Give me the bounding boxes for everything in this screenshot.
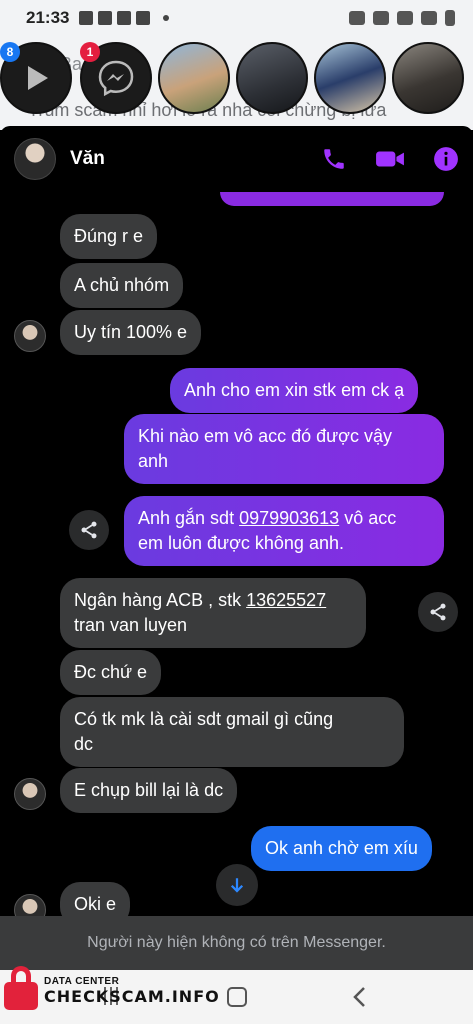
chat-header: Văn bbox=[0, 126, 473, 192]
share-icon bbox=[81, 521, 97, 539]
message-text: Khi nào em vô acc đó được vậy bbox=[138, 426, 392, 446]
message-text: E chụp bill lại là dc bbox=[74, 780, 224, 800]
back-button[interactable] bbox=[352, 986, 368, 1008]
message-text: Anh gắn sdt bbox=[138, 508, 240, 528]
battery-icon bbox=[445, 10, 455, 26]
message-text: A chủ nhóm bbox=[74, 275, 170, 295]
message-text: tran van luyen bbox=[74, 615, 188, 635]
chat-head-play[interactable]: 8 bbox=[0, 42, 72, 114]
chat-head-avatar[interactable] bbox=[236, 42, 308, 114]
contact-avatar-small[interactable] bbox=[14, 894, 46, 917]
unread-badge: 8 bbox=[0, 42, 20, 62]
system-icons bbox=[349, 10, 455, 26]
message-text: vô acc bbox=[339, 508, 397, 528]
notification-icons bbox=[79, 11, 170, 25]
message-text: Oki e bbox=[74, 894, 117, 914]
message-bubble-incoming[interactable]: Oki e bbox=[60, 882, 131, 917]
message-bubble-incoming[interactable]: E chụp bill lại là dc bbox=[60, 768, 238, 813]
contact-avatar[interactable] bbox=[14, 138, 56, 180]
unread-badge: 1 bbox=[80, 42, 100, 62]
info-icon[interactable] bbox=[433, 146, 459, 172]
share-icon bbox=[430, 603, 446, 621]
message-bubble-outgoing[interactable]: Ok anh chờ em xíu bbox=[251, 826, 432, 871]
message-list[interactable]: Đúng r e A chủ nhóm Uy tín 100% e Anh ch… bbox=[0, 192, 473, 917]
message-bubble-incoming[interactable]: Đc chứ e bbox=[60, 650, 162, 695]
share-button[interactable] bbox=[69, 510, 109, 550]
message-bubble-outgoing[interactable] bbox=[220, 192, 444, 206]
scroll-to-bottom-button[interactable] bbox=[216, 864, 258, 906]
watermark-subtitle: DATA CENTER bbox=[44, 976, 120, 987]
chat-head-avatar[interactable] bbox=[314, 42, 386, 114]
message-text: Uy tín 100% e bbox=[74, 322, 188, 342]
message-bubble-incoming[interactable]: Đúng r e bbox=[60, 214, 158, 259]
message-bubble-incoming[interactable]: Có tk mk là cài sdt gmail gì cũng dc bbox=[60, 697, 404, 767]
wifi-icon bbox=[397, 11, 413, 25]
status-bar: 21:33 bbox=[0, 0, 473, 36]
message-text: Ok anh chờ em xíu bbox=[265, 838, 418, 858]
image-icon bbox=[136, 11, 151, 25]
messenger-icon bbox=[98, 60, 134, 97]
message-text: Đúng r e bbox=[74, 226, 144, 246]
message-text: dc bbox=[74, 734, 94, 754]
message-bubble-outgoing[interactable]: Anh cho em xin stk em ck ạ bbox=[170, 368, 419, 413]
play-icon bbox=[28, 66, 48, 90]
facebook-icon bbox=[117, 11, 132, 25]
message-text: anh bbox=[138, 451, 169, 471]
contact-avatar-small[interactable] bbox=[14, 778, 46, 810]
message-bubble-outgoing[interactable]: Anh gắn sdt 0979903613 vô acc em luôn đư… bbox=[124, 496, 444, 566]
chat-head-messenger[interactable]: 1 bbox=[80, 42, 152, 114]
chat-panel: Văn Đúng r e A chủ nhóm Uy tín 100% e An… bbox=[0, 126, 473, 968]
message-text: Đc chứ e bbox=[74, 662, 148, 682]
chat-heads: 8 1 bbox=[0, 42, 473, 118]
home-button[interactable] bbox=[227, 987, 247, 1007]
facebook-icon bbox=[98, 11, 113, 25]
contact-name[interactable]: Văn bbox=[70, 148, 105, 170]
watermark: DATA CENTER CHECKSCAM.INFO bbox=[4, 966, 220, 1010]
status-time: 21:33 bbox=[26, 8, 70, 27]
message-text: Ngân hàng ACB , stk bbox=[74, 590, 247, 610]
message-bubble-incoming[interactable]: A chủ nhóm bbox=[60, 263, 184, 308]
signal-icon bbox=[421, 11, 437, 25]
chat-head-avatar[interactable] bbox=[158, 42, 230, 114]
mute-icon bbox=[373, 11, 389, 25]
unavailable-notice: Người này hiện không có trên Messenger. bbox=[0, 916, 473, 970]
message-text: Anh cho em xin stk em ck ạ bbox=[184, 380, 405, 400]
phone-number-link[interactable]: 0979903613 bbox=[239, 508, 339, 528]
message-bubble-outgoing[interactable]: Khi nào em vô acc đó được vậy anh bbox=[124, 414, 444, 484]
watermark-title: CHECKSCAM.INFO bbox=[44, 987, 220, 1006]
message-bubble-incoming[interactable]: Uy tín 100% e bbox=[60, 310, 202, 355]
lock-icon bbox=[4, 966, 38, 1010]
message-text: em luôn được không anh. bbox=[138, 533, 344, 553]
arrow-down-icon bbox=[230, 878, 244, 893]
alarm-icon bbox=[349, 11, 365, 25]
more-dot-icon bbox=[163, 15, 170, 21]
chat-head-avatar[interactable] bbox=[392, 42, 464, 114]
add-user-icon bbox=[79, 11, 94, 25]
account-number-link[interactable]: 13625527 bbox=[246, 590, 326, 610]
video-call-icon[interactable] bbox=[375, 146, 405, 172]
header-actions bbox=[321, 146, 459, 172]
share-button[interactable] bbox=[418, 592, 458, 632]
message-text: Có tk mk là cài sdt gmail gì cũng bbox=[74, 709, 334, 729]
contact-avatar-small[interactable] bbox=[14, 320, 46, 352]
message-bubble-incoming[interactable]: Ngân hàng ACB , stk 13625527 tran van lu… bbox=[60, 578, 366, 648]
phone-icon[interactable] bbox=[321, 146, 347, 172]
